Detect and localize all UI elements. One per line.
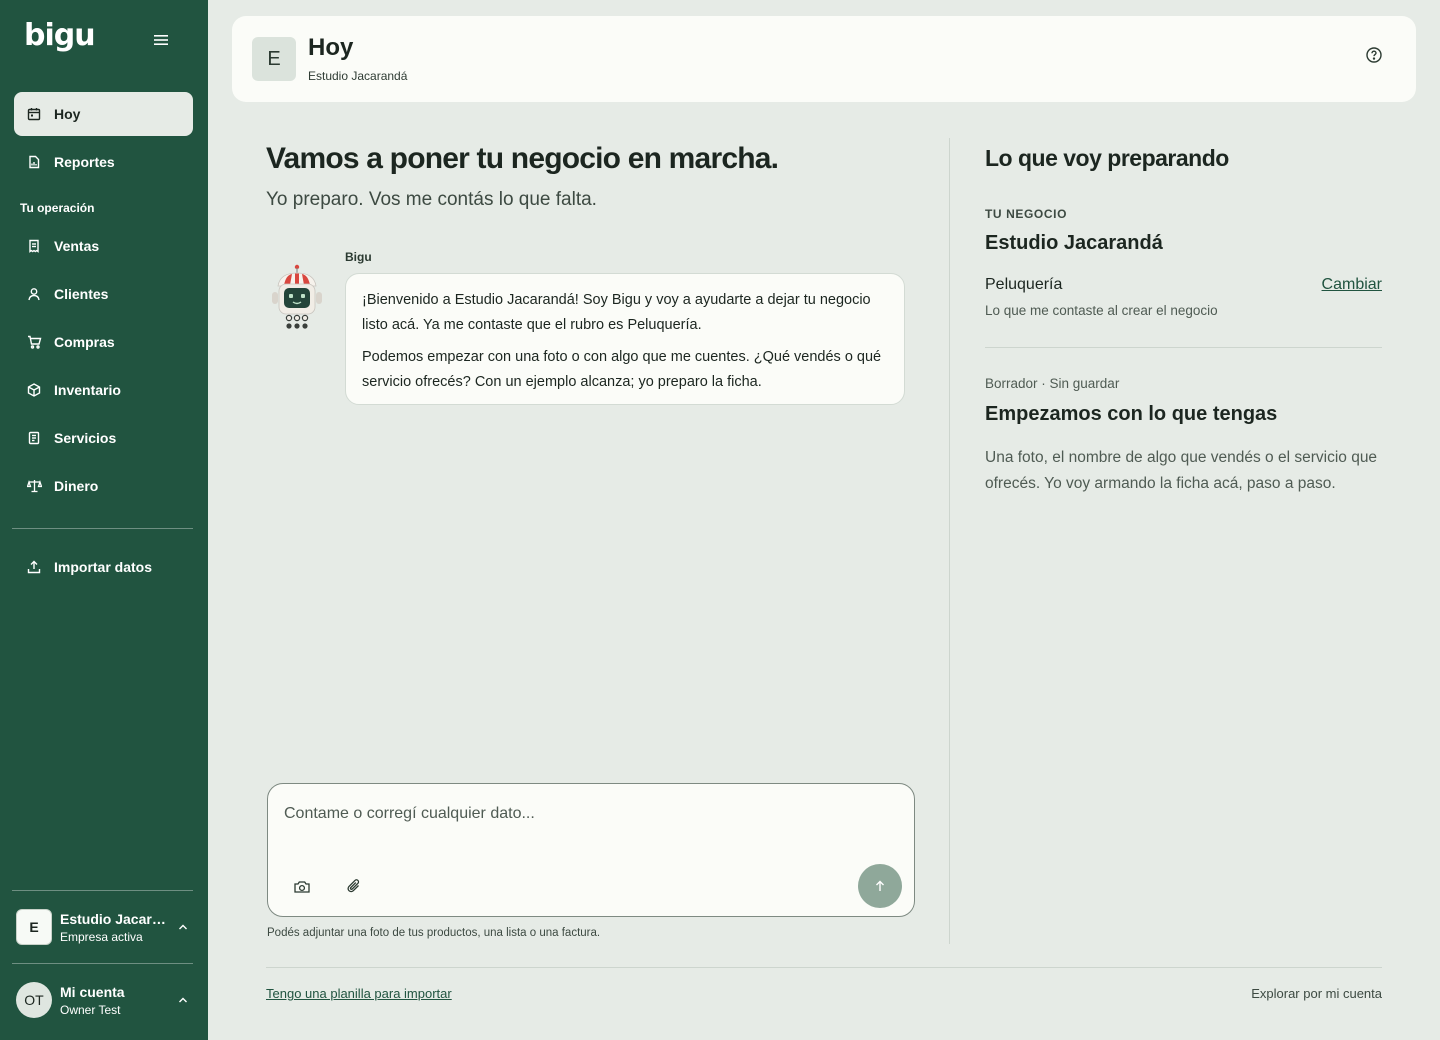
explore-link[interactable]: Explorar por mi cuenta <box>1182 986 1382 1001</box>
sidebar-item-servicios[interactable]: Servicios <box>14 416 193 460</box>
sidebar-item-label: Hoy <box>54 106 81 122</box>
company-switcher[interactable]: E Estudio Jacarandá Empresa activa <box>12 897 195 957</box>
footer-divider <box>266 967 1382 968</box>
sidebar-divider <box>12 963 193 964</box>
report-icon <box>26 154 42 170</box>
menu-toggle-button[interactable] <box>150 30 172 50</box>
arrow-up-icon <box>876 880 884 891</box>
sidebar-item-dinero[interactable]: Dinero <box>14 464 193 508</box>
avatar: OT <box>16 982 52 1018</box>
business-category: Peluquería <box>985 276 1063 293</box>
account-user: Owner Test <box>60 1003 121 1017</box>
sidebar-item-label: Inventario <box>54 382 121 398</box>
cart-icon <box>26 334 42 350</box>
account-menu[interactable]: OT Mi cuenta Owner Test <box>12 970 195 1030</box>
receipt-icon <box>26 238 42 254</box>
company-status: Empresa activa <box>60 930 143 944</box>
user-icon <box>26 286 42 302</box>
sidebar-divider <box>12 890 193 891</box>
composer-hint: Podés adjuntar una foto de tus productos… <box>267 927 601 939</box>
import-spreadsheet-link[interactable]: Tengo una planilla para importar <box>266 986 452 1001</box>
sidebar: bigu Hoy Reportes Tu operación Ventas Cl… <box>0 0 208 1040</box>
panel-section-divider <box>985 347 1382 348</box>
sidebar-item-compras[interactable]: Compras <box>14 320 193 364</box>
panel-divider <box>949 138 950 944</box>
page-title: Hoy <box>308 34 354 61</box>
sidebar-divider <box>12 528 193 529</box>
sidebar-item-label: Ventas <box>54 238 100 254</box>
draft-status: Borrador · Sin guardar <box>985 376 1120 391</box>
camera-icon <box>294 881 310 893</box>
page-subtitle: Estudio Jacarandá <box>308 69 408 83</box>
sidebar-item-ventas[interactable]: Ventas <box>14 224 193 268</box>
sidebar-item-clientes[interactable]: Clientes <box>14 272 193 316</box>
business-name: Estudio Jacarandá <box>985 232 1163 254</box>
panel-section-label: TU NEGOCIO <box>985 207 1068 221</box>
sidebar-item-label: Compras <box>54 334 115 350</box>
hamburger-icon <box>154 35 168 45</box>
box-icon <box>26 382 42 398</box>
calendar-icon <box>26 106 42 122</box>
sidebar-item-label: Importar datos <box>54 559 153 575</box>
page-header: E Hoy Estudio Jacarandá <box>232 16 1416 102</box>
message-composer <box>267 783 915 917</box>
sidebar-item-label: Reportes <box>54 154 115 170</box>
sidebar-item-inventario[interactable]: Inventario <box>14 368 193 412</box>
draft-description: Una foto, el nombre de algo que vendés o… <box>985 449 1378 492</box>
paperclip-icon <box>347 879 360 893</box>
chat-message-paragraph: Podemos empezar con una foto o con algo … <box>362 349 882 390</box>
bigu-logo[interactable]: bigu <box>24 18 96 53</box>
attach-file-button[interactable] <box>344 876 364 896</box>
sidebar-item-reportes[interactable]: Reportes <box>14 140 193 184</box>
scale-icon <box>26 478 42 494</box>
sidebar-item-label: Dinero <box>54 478 99 494</box>
help-button[interactable] <box>1364 45 1384 65</box>
attach-photo-button[interactable] <box>292 877 312 897</box>
send-button[interactable] <box>858 864 902 908</box>
category-note: Lo que me contaste al crear el negocio <box>985 303 1218 318</box>
hero-subtitle: Yo preparo. Vos me contás lo que falta. <box>266 189 597 210</box>
draft-title: Empezamos con lo que tengas <box>985 403 1278 425</box>
message-input[interactable] <box>284 802 884 826</box>
document-icon <box>26 430 42 446</box>
sidebar-item-importar[interactable]: Importar datos <box>14 545 193 589</box>
change-category-link[interactable]: Cambiar <box>1282 276 1382 294</box>
sidebar-item-label: Clientes <box>54 286 109 302</box>
chat-message-paragraph: ¡Bienvenido a Estudio Jacarandá! Soy Big… <box>362 292 871 333</box>
company-name: Estudio Jacarandá <box>60 911 170 927</box>
brand-row: bigu <box>0 0 208 80</box>
account-label: Mi cuenta <box>60 984 125 1000</box>
chat-sender-name: Bigu <box>345 250 372 264</box>
bigu-mascot-avatar <box>264 262 330 332</box>
sidebar-item-hoy[interactable]: Hoy <box>14 92 193 136</box>
section-label-operacion: Tu operación <box>20 201 95 215</box>
panel-title: Lo que voy preparando <box>985 145 1229 171</box>
company-avatar: E <box>16 909 52 945</box>
sidebar-item-label: Servicios <box>54 430 117 446</box>
chevron-up-icon <box>179 924 187 930</box>
chat-message-bubble: ¡Bienvenido a Estudio Jacarandá! Soy Big… <box>345 273 905 405</box>
help-icon <box>1366 47 1382 63</box>
upload-icon <box>26 559 42 575</box>
hero-title: Vamos a poner tu negocio en marcha. <box>266 142 779 175</box>
chevron-up-icon <box>179 997 187 1003</box>
business-avatar: E <box>252 37 296 81</box>
